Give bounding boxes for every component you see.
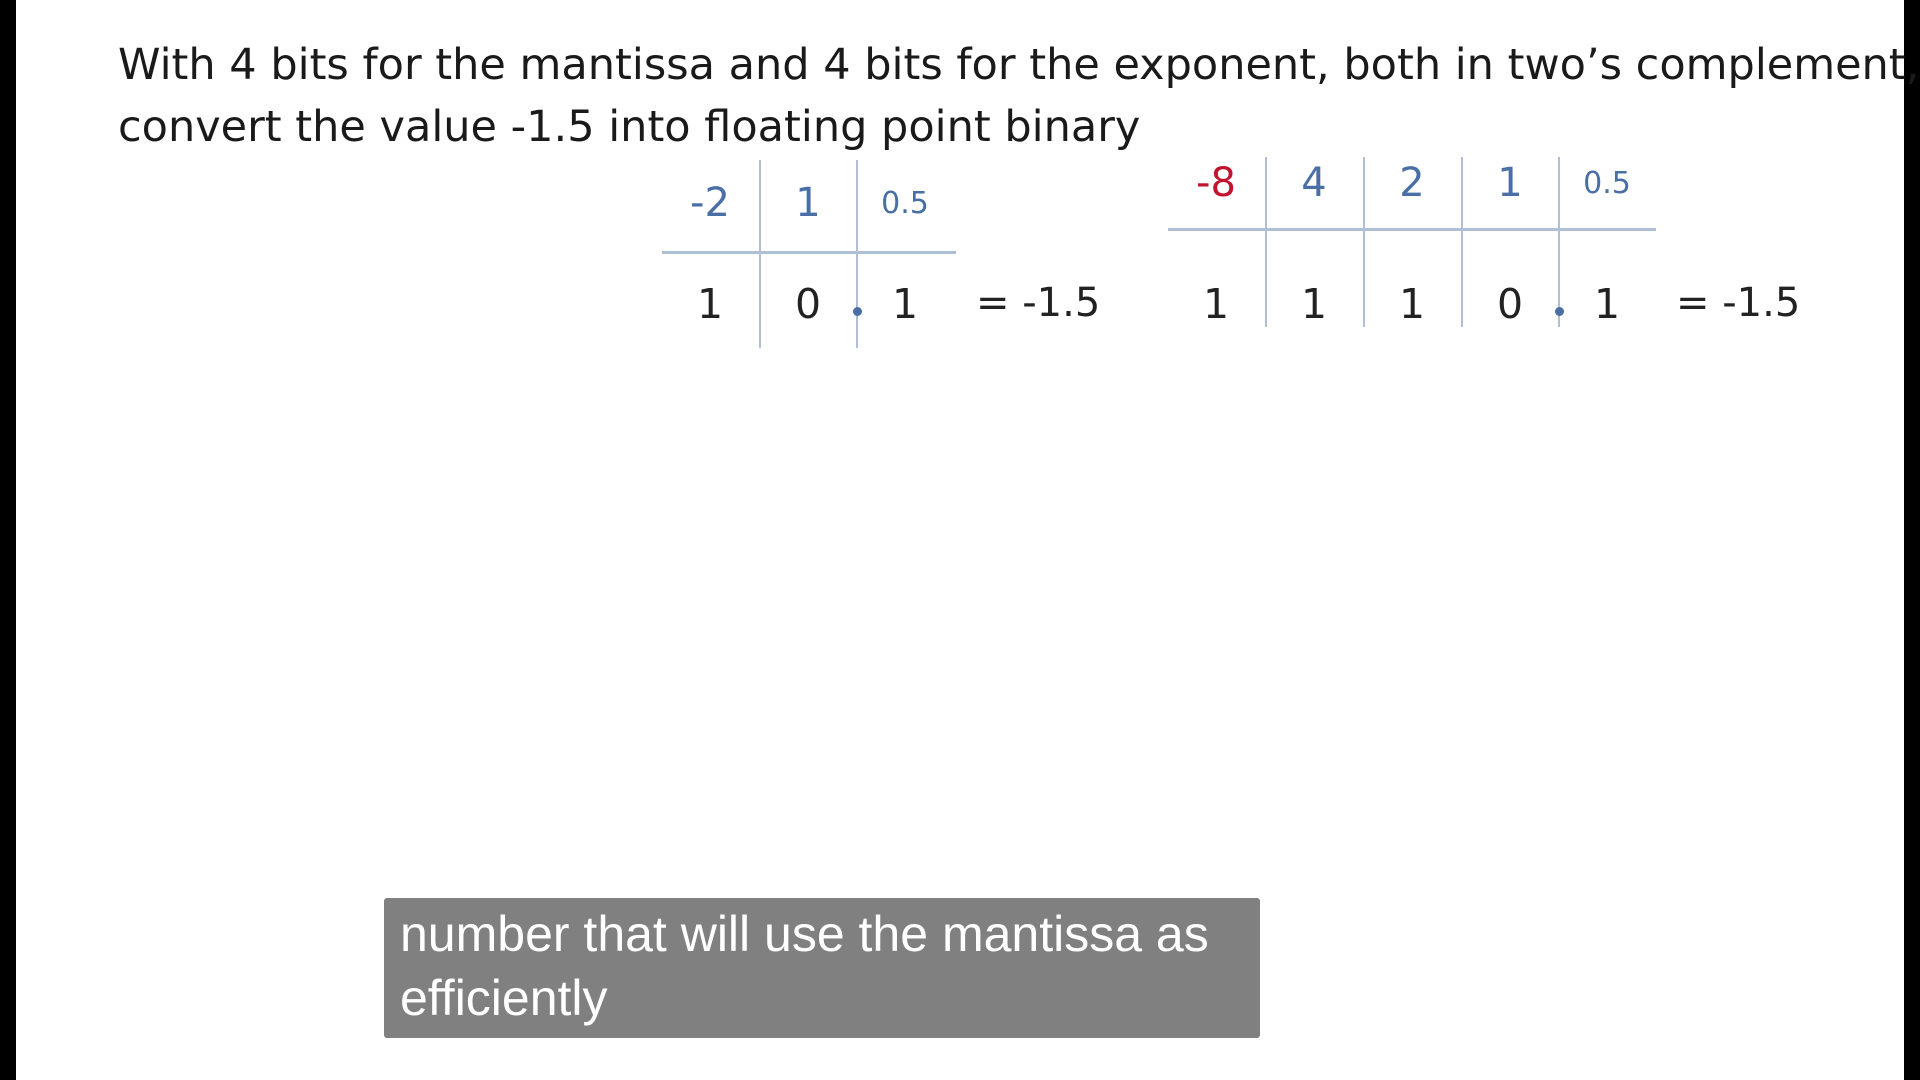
mantissa-bit-1: 1 bbox=[696, 280, 724, 328]
exponent-bit-3: 1 bbox=[1398, 280, 1426, 328]
mantissa-header-divider bbox=[662, 251, 956, 254]
exponent-bit-2: 1 bbox=[1300, 280, 1328, 328]
exponent-bit-1: 1 bbox=[1202, 280, 1230, 328]
exponent-result: = -1.5 bbox=[1676, 280, 1801, 326]
question-text: With 4 bits for the mantissa and 4 bits … bbox=[118, 34, 1920, 158]
mantissa-result: = -1.5 bbox=[976, 280, 1101, 326]
exponent-header-neg8: -8 bbox=[1196, 160, 1236, 206]
exponent-header-2: 2 bbox=[1399, 160, 1425, 206]
question-line-2: convert the value -1.5 into floating poi… bbox=[118, 102, 1141, 152]
caption-line-2: efficiently bbox=[400, 970, 608, 1026]
caption-line-1: number that will use the mantissa as bbox=[400, 906, 1209, 962]
exponent-bit-4: 0 bbox=[1496, 280, 1524, 328]
mantissa-bit-3: 1 bbox=[891, 280, 919, 328]
exponent-header-divider bbox=[1168, 228, 1656, 231]
mantissa-header-neg2: -2 bbox=[690, 180, 730, 226]
question-line-1: With 4 bits for the mantissa and 4 bits … bbox=[118, 40, 1920, 90]
mantissa-bit-2: 0 bbox=[794, 280, 822, 328]
subtitle-caption: number that will use the mantissa as eff… bbox=[384, 898, 1260, 1038]
exponent-header-0-5: 0.5 bbox=[1583, 166, 1631, 201]
exponent-header-1: 1 bbox=[1497, 160, 1523, 206]
video-frame: With 4 bits for the mantissa and 4 bits … bbox=[0, 0, 1920, 1080]
exponent-bit-5: 1 bbox=[1593, 280, 1621, 328]
mantissa-header-0-5: 0.5 bbox=[881, 186, 929, 221]
mantissa-header-1: 1 bbox=[795, 180, 821, 226]
exponent-header-4: 4 bbox=[1301, 160, 1327, 206]
